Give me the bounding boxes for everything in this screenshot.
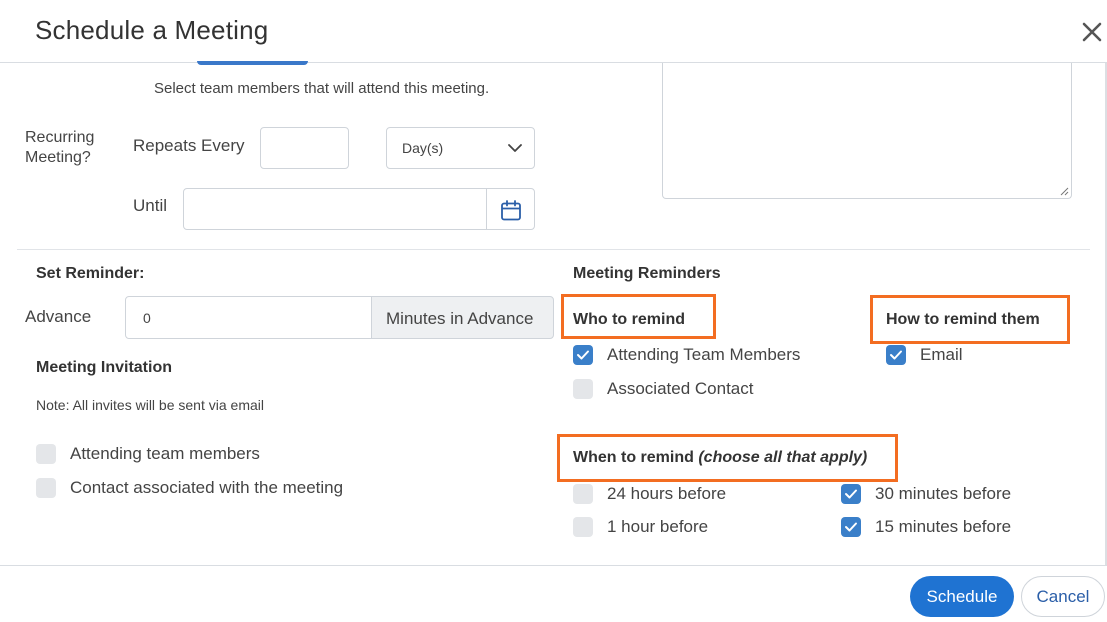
checkbox[interactable] [573,379,593,399]
checkbox[interactable] [573,517,593,537]
repeat-unit-select[interactable]: Day(s) [386,127,535,169]
advance-minutes-value: 0 [143,310,151,326]
meeting-reminders-heading: Meeting Reminders [573,265,721,282]
close-button[interactable] [1078,18,1106,46]
notes-textarea[interactable] [662,63,1072,199]
set-reminder-heading: Set Reminder: [36,265,145,282]
close-icon [1082,22,1102,42]
when-to-remind-label: When to remind (choose all that apply) [573,449,868,466]
remind-15-minutes-checkbox[interactable]: 15 minutes before [841,517,1011,537]
remind-24-hours-checkbox[interactable]: 24 hours before [573,484,726,504]
checkbox-label: 24 hours before [607,484,727,503]
meeting-invitation-heading: Meeting Invitation [36,359,172,376]
until-date-input[interactable] [183,188,487,230]
section-divider [17,249,1090,250]
dialog-title: Schedule a Meeting [35,15,269,45]
invitation-note: Note: All invites will be sent via email [36,397,264,413]
recurring-meeting-label: Recurring Meeting? [25,129,95,166]
how-to-remind-label: How to remind them [886,311,1040,328]
remind-associated-contact-checkbox[interactable]: Associated Contact [573,379,753,399]
repeats-every-label: Repeats Every [133,136,245,155]
advance-unit-addon: Minutes in Advance [371,296,554,339]
checkmark-icon [845,522,857,532]
advance-minutes-input[interactable]: 0 [125,296,372,339]
when-to-remind-hint: (choose all that apply) [698,449,868,466]
checkbox-label: 15 minutes before [875,517,1012,536]
checkbox-label: 1 hour before [607,517,709,536]
checkbox-checked[interactable] [573,345,593,365]
checkbox[interactable] [36,478,56,498]
repeat-unit-value: Day(s) [402,140,444,156]
date-picker-button[interactable] [486,188,535,230]
checkmark-icon [845,489,857,499]
attendees-button-edge[interactable] [197,61,308,65]
checkbox-checked[interactable] [841,484,861,504]
repeats-every-input[interactable] [260,127,349,169]
checkbox-checked[interactable] [841,517,861,537]
dialog-header: Schedule a Meeting [0,0,1107,63]
who-to-remind-label: Who to remind [573,311,685,328]
invite-attending-team-checkbox[interactable]: Attending team members [36,444,260,464]
remind-email-checkbox[interactable]: Email [886,345,963,365]
checkbox-label: Associated Contact [607,379,754,398]
checkbox-label: 30 minutes before [875,484,1012,503]
checkbox-label: Contact associated with the meeting [70,478,344,497]
resize-grip-icon[interactable] [1059,186,1069,196]
checkbox[interactable] [573,484,593,504]
until-label: Until [133,196,168,215]
checkmark-icon [577,350,589,360]
checkbox-label: Attending Team Members [607,345,801,364]
cancel-button[interactable]: Cancel [1021,576,1105,617]
advance-label: Advance [25,307,92,326]
schedule-meeting-dialog: Schedule a Meeting Select team members t… [0,0,1107,622]
invite-associated-contact-checkbox[interactable]: Contact associated with the meeting [36,478,343,498]
calendar-icon [501,200,521,221]
checkmark-icon [890,350,902,360]
remind-1-hour-checkbox[interactable]: 1 hour before [573,517,708,537]
checkbox-checked[interactable] [886,345,906,365]
checkbox[interactable] [36,444,56,464]
schedule-button[interactable]: Schedule [910,576,1014,617]
attendees-hint: Select team members that will attend thi… [154,80,490,97]
checkbox-label: Attending team members [70,444,260,463]
remind-30-minutes-checkbox[interactable]: 30 minutes before [841,484,1011,504]
chevron-down-icon [508,144,522,152]
remind-attending-team-checkbox[interactable]: Attending Team Members [573,345,800,365]
checkbox-label: Email [920,345,963,364]
footer-divider [0,565,1107,566]
